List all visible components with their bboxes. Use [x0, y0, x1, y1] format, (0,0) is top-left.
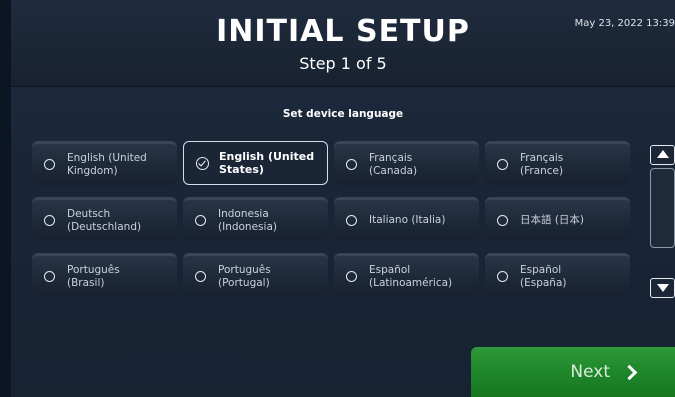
scroll-down-arrow-icon[interactable] [650, 278, 675, 298]
chevron-right-icon [621, 364, 638, 381]
language-option-label: 日本語 (日本) [520, 214, 585, 226]
language-option-label: Français (Canada) [369, 151, 418, 177]
next-button-label: Next [570, 362, 610, 382]
language-option-label: Français (France) [520, 151, 564, 177]
language-option-pt-br[interactable]: Português (Brasil) [32, 253, 177, 297]
radio-unchecked-icon [195, 271, 206, 282]
language-option-label: Español (Latinoamérica) [369, 263, 453, 289]
radio-unchecked-icon [195, 215, 206, 226]
next-button[interactable]: Next [471, 347, 675, 397]
radio-unchecked-icon [44, 215, 55, 226]
radio-unchecked-icon [497, 271, 508, 282]
radio-unchecked-icon [346, 159, 357, 170]
language-option-pt-pt[interactable]: Português (Portugal) [183, 253, 328, 297]
language-option-label: Italiano (Italia) [369, 214, 446, 226]
language-option-de-de[interactable]: Deutsch (Deutschland) [32, 197, 177, 241]
radio-checked-icon [196, 156, 209, 170]
language-option-label: Português (Portugal) [218, 263, 271, 289]
language-option-it-it[interactable]: Italiano (Italia) [334, 197, 479, 241]
language-option-id-id[interactable]: Indonesia (Indonesia) [183, 197, 328, 241]
language-option-label: English (United Kingdom) [67, 151, 147, 177]
radio-unchecked-icon [44, 271, 55, 282]
language-option-fr-fr[interactable]: Français (France) [485, 141, 630, 185]
radio-unchecked-icon [497, 215, 508, 226]
language-option-label: Português (Brasil) [67, 263, 120, 289]
scrollbar-track[interactable] [650, 168, 675, 248]
datetime-display: May 23, 2022 13:39 [574, 18, 675, 29]
radio-unchecked-icon [44, 159, 55, 170]
language-option-label: Español (España) [520, 263, 567, 289]
language-option-fr-ca[interactable]: Français (Canada) [334, 141, 479, 185]
language-option-es-419[interactable]: Español (Latinoamérica) [334, 253, 479, 297]
language-option-label: English (United States) [219, 150, 315, 176]
language-option-label: Deutsch (Deutschland) [67, 207, 142, 233]
radio-unchecked-icon [497, 159, 508, 170]
scroll-up-arrow-icon[interactable] [650, 145, 675, 165]
radio-unchecked-icon [346, 271, 357, 282]
radio-unchecked-icon [346, 215, 357, 226]
setup-screen: INITIAL SETUP Step 1 of 5 May 23, 2022 1… [11, 0, 675, 397]
language-option-en-gb[interactable]: English (United Kingdom) [32, 141, 177, 185]
header-bar: INITIAL SETUP Step 1 of 5 May 23, 2022 1… [11, 0, 675, 87]
language-option-es-es[interactable]: Español (España) [485, 253, 630, 297]
language-option-ja-jp[interactable]: 日本語 (日本) [485, 197, 630, 241]
step-indicator: Step 1 of 5 [299, 54, 387, 73]
language-option-en-us[interactable]: English (United States) [183, 141, 328, 185]
language-option-label: Indonesia (Indonesia) [218, 207, 277, 233]
language-section-label: Set device language [282, 108, 404, 120]
